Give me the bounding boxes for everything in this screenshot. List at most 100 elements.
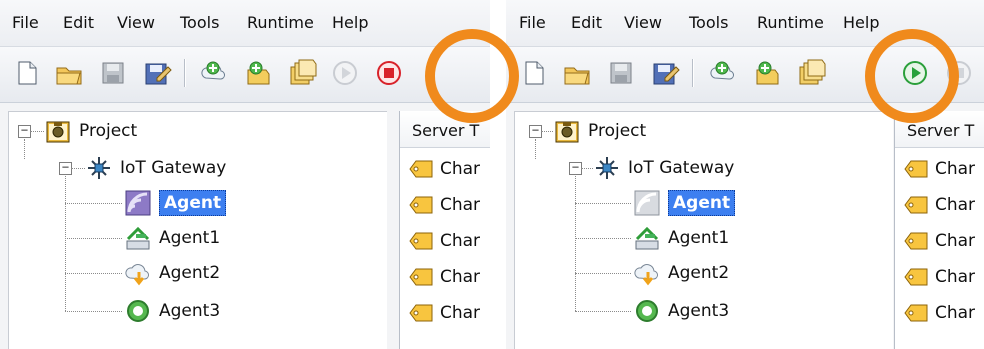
save-icon[interactable]	[98, 58, 128, 88]
tag-icon	[408, 194, 434, 216]
tree-item-label: Agent1	[159, 228, 221, 248]
list-item[interactable]: Char	[408, 153, 480, 185]
new-project-icon[interactable]	[11, 58, 41, 88]
toolbar-separator	[184, 59, 185, 87]
menu-file[interactable]: File	[519, 13, 546, 32]
project-folder-icon	[552, 116, 582, 146]
agent-gray-icon	[632, 188, 662, 218]
stop-runtime-icon[interactable]	[374, 58, 404, 88]
tree-connector	[65, 176, 66, 311]
project-tree: − Project − IoT Gateway Agent Agent1 Age…	[514, 111, 893, 349]
list-item[interactable]: Char	[903, 153, 975, 185]
save-icon[interactable]	[606, 58, 636, 88]
tree-connector	[65, 203, 122, 204]
new-project-icon[interactable]	[518, 58, 548, 88]
tree-connector	[535, 139, 536, 159]
tree-item-agent3[interactable]: Agent3	[632, 296, 729, 326]
menu-tools[interactable]: Tools	[180, 13, 219, 32]
tree-item-project[interactable]: Project	[43, 116, 137, 146]
tree-item-label: Project	[588, 121, 647, 141]
list-item[interactable]: Char	[408, 297, 480, 329]
list-item-label: Char	[935, 195, 976, 215]
tree-item-agent1[interactable]: Agent1	[123, 223, 220, 253]
tree-connector	[575, 273, 631, 274]
list-item-label: Char	[935, 231, 976, 251]
server-tags-pane: Server T Char Char Char Char Char	[894, 111, 984, 349]
duplicate-icon[interactable]	[796, 58, 826, 88]
agent-cloud-icon	[123, 258, 153, 288]
save-as-icon[interactable]	[650, 58, 680, 88]
tree-item-agent3[interactable]: Agent3	[123, 296, 220, 326]
agent-purple-icon	[123, 188, 153, 218]
list-item[interactable]: Char	[903, 225, 975, 257]
gateway-icon	[84, 153, 114, 183]
list-item[interactable]: Char	[408, 189, 480, 221]
menu-view[interactable]: View	[117, 13, 155, 32]
start-button-highlight-ring	[865, 29, 959, 123]
menu-file[interactable]: File	[12, 13, 39, 32]
tree-connector	[65, 311, 122, 312]
list-item[interactable]: Char	[903, 261, 975, 293]
tree-item-agent1[interactable]: Agent1	[632, 223, 729, 253]
tree-item-iot-gateway[interactable]: IoT Gateway	[84, 153, 226, 183]
save-as-icon[interactable]	[142, 58, 172, 88]
list-item[interactable]: Char	[903, 297, 975, 329]
tree-item-label: IoT Gateway	[628, 158, 735, 178]
tree-item-label-selected: Agent	[159, 190, 227, 216]
tree-item-project[interactable]: Project	[552, 116, 646, 146]
tree-item-agent[interactable]: Agent	[632, 188, 736, 218]
list-item[interactable]: Char	[903, 189, 975, 221]
tree-item-label: Agent2	[159, 263, 221, 283]
start-runtime-disabled-icon	[330, 58, 360, 88]
menu-tools[interactable]: Tools	[689, 13, 728, 32]
add-item-icon[interactable]	[243, 58, 273, 88]
gateway-icon	[592, 153, 622, 183]
tree-item-label: Project	[79, 121, 138, 141]
menu-help[interactable]: Help	[332, 13, 368, 32]
tree-connector	[575, 176, 576, 311]
tag-icon	[408, 302, 434, 324]
open-folder-icon[interactable]	[562, 58, 592, 88]
tag-icon	[408, 230, 434, 252]
tag-icon	[903, 158, 929, 180]
menu-runtime[interactable]: Runtime	[757, 13, 824, 32]
tree-item-agent[interactable]: Agent	[123, 188, 227, 218]
add-agent-icon[interactable]	[199, 58, 229, 88]
tree-item-label: IoT Gateway	[120, 158, 227, 178]
tag-icon	[903, 194, 929, 216]
list-item-label: Char	[935, 303, 976, 323]
server-tags-pane: Server T Char Char Char Char Char	[399, 111, 490, 349]
tree-connector	[71, 168, 85, 169]
tree-item-agent2[interactable]: Agent2	[632, 258, 729, 288]
list-item-label: Char	[440, 303, 481, 323]
menu-help[interactable]: Help	[843, 13, 879, 32]
tree-connector	[24, 139, 25, 159]
tree-item-label: Agent3	[159, 301, 221, 321]
tag-icon	[408, 158, 434, 180]
project-tree: − Project − IoT Gateway Agent Agent1 Age…	[8, 111, 387, 349]
tree-item-agent2[interactable]: Agent2	[123, 258, 220, 288]
list-item-label: Char	[935, 267, 976, 287]
left-application-window: File Edit View Tools Runtime Help − Proj…	[0, 0, 494, 349]
menu-runtime[interactable]: Runtime	[247, 13, 314, 32]
menu-edit[interactable]: Edit	[63, 13, 94, 32]
list-item-label: Char	[440, 267, 481, 287]
tree-connector	[575, 203, 631, 204]
duplicate-icon[interactable]	[287, 58, 317, 88]
tag-icon	[903, 302, 929, 324]
agent-green-icon	[632, 223, 662, 253]
tree-item-iot-gateway[interactable]: IoT Gateway	[592, 153, 734, 183]
menu-edit[interactable]: Edit	[571, 13, 602, 32]
list-item[interactable]: Char	[408, 261, 480, 293]
menu-view[interactable]: View	[624, 13, 662, 32]
tag-icon	[408, 266, 434, 288]
open-folder-icon[interactable]	[54, 58, 84, 88]
add-item-icon[interactable]	[752, 58, 782, 88]
list-item[interactable]: Char	[408, 225, 480, 257]
agent-ring-icon	[632, 296, 662, 326]
project-folder-icon	[43, 116, 73, 146]
agent-green-icon	[123, 223, 153, 253]
add-agent-icon[interactable]	[708, 58, 738, 88]
tree-connector	[575, 311, 631, 312]
tree-item-label: Agent2	[668, 263, 730, 283]
